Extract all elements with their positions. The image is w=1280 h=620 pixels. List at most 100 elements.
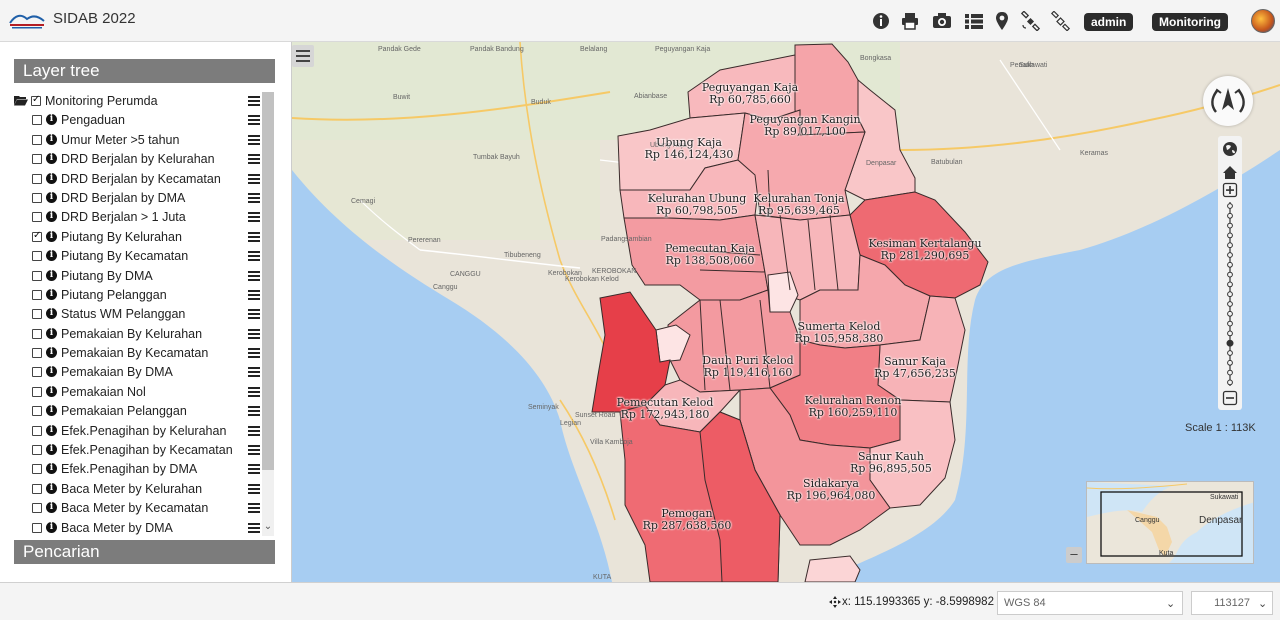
layer-checkbox[interactable] bbox=[32, 309, 42, 320]
layer-checkbox[interactable] bbox=[32, 289, 42, 300]
layer-menu-icon[interactable] bbox=[248, 154, 260, 165]
layer-item[interactable]: i DRD Berjalan by Kecamatan bbox=[14, 170, 262, 189]
layer-menu-icon[interactable] bbox=[248, 386, 260, 397]
info-icon[interactable] bbox=[871, 11, 891, 31]
info-icon[interactable]: i bbox=[46, 366, 57, 378]
home-icon[interactable] bbox=[1223, 166, 1237, 179]
info-icon[interactable]: i bbox=[46, 114, 57, 126]
avatar[interactable] bbox=[1251, 9, 1275, 33]
layer-menu-icon[interactable] bbox=[248, 134, 260, 145]
zoom-out-icon[interactable] bbox=[1222, 390, 1238, 406]
layer-item[interactable]: i Piutang By Kelurahan bbox=[14, 228, 262, 247]
projection-select[interactable]: WGS 84 ⌄ bbox=[997, 591, 1183, 615]
layer-item[interactable]: i Baca Meter by Kecamatan bbox=[14, 499, 262, 518]
layer-checkbox[interactable] bbox=[32, 483, 42, 494]
info-icon[interactable]: i bbox=[46, 424, 57, 436]
layer-menu-icon[interactable] bbox=[248, 192, 260, 203]
info-icon[interactable]: i bbox=[46, 191, 57, 203]
layer-checkbox[interactable] bbox=[32, 445, 42, 456]
info-icon[interactable]: i bbox=[46, 133, 57, 145]
folder-open-icon[interactable] bbox=[14, 95, 28, 106]
layer-checkbox[interactable] bbox=[32, 230, 42, 242]
layer-checkbox[interactable] bbox=[32, 251, 42, 262]
layer-checkbox[interactable] bbox=[32, 328, 42, 339]
layer-item[interactable]: i Piutang Pelanggan bbox=[14, 286, 262, 305]
layer-menu-icon[interactable] bbox=[248, 348, 260, 359]
layer-menu-icon[interactable] bbox=[248, 522, 260, 533]
layer-item[interactable]: i Umur Meter >5 tahun bbox=[14, 131, 262, 150]
layer-checkbox[interactable] bbox=[32, 115, 42, 126]
info-icon[interactable]: i bbox=[46, 250, 57, 262]
layer-menu-icon[interactable] bbox=[248, 425, 260, 436]
print-icon[interactable] bbox=[900, 11, 920, 31]
layer-checkbox[interactable] bbox=[32, 348, 42, 359]
camera-icon[interactable] bbox=[932, 11, 952, 31]
info-icon[interactable]: i bbox=[46, 153, 57, 165]
info-icon[interactable]: i bbox=[46, 211, 57, 223]
scroll-down-icon[interactable]: ⌄ bbox=[262, 521, 274, 535]
layer-checkbox[interactable] bbox=[32, 503, 42, 514]
layer-item[interactable]: i Baca Meter by Kelurahan bbox=[14, 480, 262, 499]
layer-menu-icon[interactable] bbox=[248, 231, 260, 242]
map-marker-icon[interactable] bbox=[992, 11, 1012, 31]
info-icon[interactable]: i bbox=[46, 172, 57, 184]
layer-menu-icon[interactable] bbox=[248, 464, 260, 475]
layer-item[interactable]: i Pemakaian Pelanggan bbox=[14, 402, 262, 421]
layer-checkbox[interactable] bbox=[32, 522, 42, 533]
layer-checkbox[interactable] bbox=[32, 464, 42, 475]
layer-tree-header[interactable]: Layer tree bbox=[14, 59, 275, 83]
zoom-in-icon[interactable] bbox=[1222, 182, 1238, 198]
layer-menu-icon[interactable] bbox=[248, 115, 260, 126]
layer-menu-icon[interactable] bbox=[248, 173, 260, 184]
layer-item[interactable]: i Pengaduan bbox=[14, 111, 262, 130]
rotate-north-button[interactable] bbox=[1203, 76, 1253, 126]
info-icon[interactable]: i bbox=[46, 347, 57, 359]
layer-menu-icon[interactable] bbox=[248, 289, 260, 300]
layer-checkbox[interactable] bbox=[32, 386, 42, 397]
layer-item[interactable]: i Pemakaian By DMA bbox=[14, 363, 262, 382]
layer-item[interactable]: i DRD Berjalan by Kelurahan bbox=[14, 150, 262, 169]
layer-checkbox[interactable] bbox=[32, 154, 42, 165]
root-checkbox[interactable] bbox=[31, 94, 41, 106]
info-icon[interactable]: i bbox=[46, 521, 57, 533]
layer-item[interactable]: i Pemakaian By Kelurahan bbox=[14, 325, 262, 344]
layer-menu-icon[interactable] bbox=[248, 367, 260, 378]
layer-menu-icon[interactable] bbox=[248, 270, 260, 281]
layer-menu-icon[interactable] bbox=[248, 212, 260, 223]
info-icon[interactable]: i bbox=[46, 308, 57, 320]
info-icon[interactable]: i bbox=[46, 405, 57, 417]
info-icon[interactable]: i bbox=[46, 463, 57, 475]
info-icon[interactable]: i bbox=[46, 230, 57, 242]
info-icon[interactable]: i bbox=[46, 327, 57, 339]
layer-checkbox[interactable] bbox=[32, 212, 42, 223]
layer-menu-icon[interactable] bbox=[248, 328, 260, 339]
layer-item[interactable]: i Piutang By DMA bbox=[14, 267, 262, 286]
layer-item[interactable]: i Efek.Penagihan by DMA bbox=[14, 460, 262, 479]
info-icon[interactable]: i bbox=[46, 385, 57, 397]
scrollbar-thumb[interactable] bbox=[262, 92, 274, 470]
root-menu-icon[interactable] bbox=[248, 96, 260, 106]
overview-collapse-button[interactable]: – bbox=[1066, 547, 1082, 563]
layer-item[interactable]: i Pemakaian Nol bbox=[14, 383, 262, 402]
layer-checkbox[interactable] bbox=[32, 425, 42, 436]
scale-select[interactable]: 113127 ⌄ bbox=[1191, 591, 1273, 615]
layer-item[interactable]: i Status WM Pelanggan bbox=[14, 305, 262, 324]
info-icon[interactable]: i bbox=[46, 444, 57, 456]
layer-menu-icon[interactable] bbox=[248, 251, 260, 262]
layer-checkbox[interactable] bbox=[32, 367, 42, 378]
layer-item[interactable]: i Efek.Penagihan by Kelurahan bbox=[14, 422, 262, 441]
layer-item[interactable]: i Efek.Penagihan by Kecamatan bbox=[14, 441, 262, 460]
layer-menu-icon[interactable] bbox=[248, 309, 260, 320]
info-icon[interactable]: i bbox=[46, 482, 57, 494]
layer-checkbox[interactable] bbox=[32, 406, 42, 417]
info-icon[interactable]: i bbox=[46, 288, 57, 300]
layer-menu-icon[interactable] bbox=[248, 503, 260, 514]
layer-item[interactable]: i Piutang By Kecamatan bbox=[14, 247, 262, 266]
layer-checkbox[interactable] bbox=[32, 192, 42, 203]
layer-menu-icon[interactable] bbox=[248, 406, 260, 417]
layer-item[interactable]: i DRD Berjalan > 1 Juta bbox=[14, 208, 262, 227]
layer-checkbox[interactable] bbox=[32, 173, 42, 184]
list-icon[interactable] bbox=[964, 11, 984, 31]
layer-item[interactable]: i DRD Berjalan by DMA bbox=[14, 189, 262, 208]
overview-map[interactable]: Sukawati Denpasar Canggu Kuta bbox=[1086, 481, 1254, 564]
